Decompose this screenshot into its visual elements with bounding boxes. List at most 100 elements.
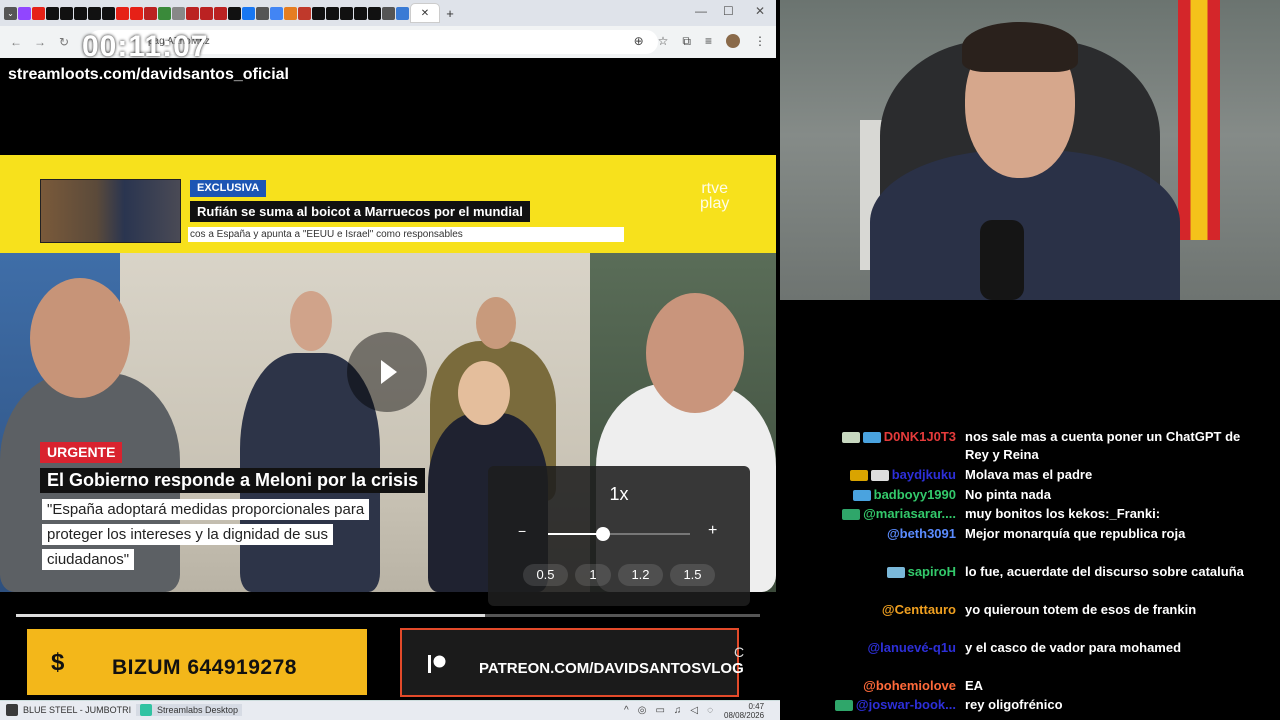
taskbar-clock[interactable]: 0:47 08/08/2026 bbox=[724, 702, 764, 720]
x-tab-icon[interactable] bbox=[46, 6, 59, 20]
news-tab-icon[interactable] bbox=[200, 6, 213, 20]
menu-kebab-icon[interactable]: ⋮ bbox=[754, 34, 766, 49]
zoom-icon[interactable]: ⊕ bbox=[634, 34, 644, 49]
taskbar-item-music[interactable]: BLUE STEEL - JUMBOTRI bbox=[6, 704, 131, 716]
woman-head bbox=[458, 361, 510, 425]
news-tab-icon[interactable] bbox=[214, 6, 227, 20]
chat-username[interactable]: @Centtauro bbox=[780, 601, 956, 619]
increase-speed-button[interactable]: + bbox=[708, 522, 717, 540]
chevron-up-icon[interactable]: ^ bbox=[624, 705, 629, 716]
quote-line-2: proteger los intereses y la dignidad de … bbox=[42, 524, 334, 545]
restore-button[interactable]: ☐ bbox=[723, 4, 734, 18]
soldier-head bbox=[476, 297, 516, 349]
tab-list-chevron-icon[interactable]: ⌄ bbox=[4, 6, 17, 20]
video-progress-fill bbox=[16, 614, 485, 617]
chat-username-text[interactable]: @bohemiolove bbox=[863, 678, 956, 693]
x-tab-icon[interactable] bbox=[228, 6, 241, 20]
speed-preset-1.5[interactable]: 1.5 bbox=[670, 564, 715, 586]
browser-tab-strip: ⌄ ✕ + bbox=[0, 0, 776, 26]
x-tab-icon[interactable] bbox=[88, 6, 101, 20]
google-tab-icon[interactable] bbox=[270, 6, 283, 20]
youtube-tab-icon[interactable] bbox=[32, 6, 45, 20]
playback-speed-panel: 1x − + 0.5 1 1.2 1.5 bbox=[488, 466, 750, 606]
chat-username[interactable]: @beth3091 bbox=[780, 525, 956, 543]
speed-preset-1[interactable]: 1 bbox=[575, 564, 611, 586]
clock-time: 0:47 bbox=[748, 702, 765, 711]
taskbar-item-label: BLUE STEEL - JUMBOTRI bbox=[23, 705, 132, 715]
extensions-icon[interactable]: ⧉ bbox=[682, 34, 691, 49]
mic-icon[interactable]: ♫ bbox=[674, 705, 682, 716]
x-tab-icon[interactable] bbox=[60, 6, 73, 20]
speed-slider[interactable] bbox=[548, 527, 690, 541]
wifi-icon[interactable]: ◌ bbox=[707, 705, 713, 716]
site-tab-icon[interactable] bbox=[298, 6, 311, 20]
twitch-tab-icon[interactable] bbox=[18, 6, 31, 20]
network-icon[interactable]: ◎ bbox=[638, 705, 647, 716]
site-tab-icon[interactable] bbox=[256, 6, 269, 20]
close-window-button[interactable]: ✕ bbox=[755, 4, 765, 18]
reload-icon[interactable]: ↻ bbox=[52, 35, 76, 49]
microphone bbox=[980, 220, 1024, 300]
bizum-number: BIZUM 644919278 bbox=[112, 656, 297, 679]
chat-username[interactable]: @joswar-book... bbox=[780, 696, 956, 714]
site-tab-icon[interactable] bbox=[172, 6, 185, 20]
taskbar-item-streamlabs[interactable]: Streamlabs Desktop bbox=[136, 704, 243, 716]
profile-avatar[interactable] bbox=[726, 34, 740, 48]
speed-preset-1.2[interactable]: 1.2 bbox=[618, 564, 663, 586]
facebook-tab-icon[interactable] bbox=[242, 6, 255, 20]
chat-username-text[interactable]: D0NK1J0T3 bbox=[884, 429, 956, 444]
clock-date: 08/08/2026 bbox=[724, 711, 765, 720]
chat-username[interactable]: sapiroH bbox=[780, 563, 956, 581]
minimize-button[interactable]: — bbox=[695, 4, 707, 18]
media-controls-icon[interactable]: ≡ bbox=[705, 34, 712, 49]
volume-icon[interactable]: ▭ bbox=[655, 705, 664, 716]
site-tab-icon[interactable] bbox=[396, 6, 409, 20]
chat-message-text: yo quieroun totem de esos de frankin bbox=[965, 602, 1197, 617]
news-tab-icon[interactable] bbox=[186, 6, 199, 20]
dollar-icon: $ bbox=[51, 649, 65, 676]
chat-username-text[interactable]: @beth3091 bbox=[887, 526, 956, 541]
chat-username[interactable]: @bohemiolove bbox=[780, 677, 956, 695]
chat-username-text[interactable]: @joswar-book... bbox=[856, 697, 956, 712]
x-tab-icon[interactable] bbox=[312, 6, 325, 20]
youtube-tab-icon[interactable] bbox=[130, 6, 143, 20]
chat-username[interactable]: @lanuevé-q1u bbox=[780, 639, 956, 657]
quote-line-3: ciudadanos" bbox=[42, 549, 135, 570]
x-tab-icon[interactable] bbox=[326, 6, 339, 20]
active-tab[interactable]: ✕ bbox=[410, 3, 440, 23]
chat-username-text[interactable]: @Centtauro bbox=[882, 602, 956, 617]
speed-preset-0.5[interactable]: 0.5 bbox=[523, 564, 568, 586]
decrease-speed-button[interactable]: − bbox=[518, 523, 526, 539]
video-progress-bar[interactable] bbox=[16, 614, 760, 617]
rtve-logo-text: rtve bbox=[701, 180, 729, 197]
new-tab-button[interactable]: + bbox=[441, 6, 459, 21]
x-tab-icon[interactable] bbox=[102, 6, 115, 20]
chat-username-text[interactable]: @mariasarar.... bbox=[863, 506, 956, 521]
x-tab-icon[interactable] bbox=[368, 6, 381, 20]
chat-username-text[interactable]: sapiroH bbox=[908, 564, 956, 579]
suited-man-head bbox=[290, 291, 332, 351]
forward-arrow-icon[interactable]: → bbox=[28, 35, 52, 49]
streamloots-url: streamloots.com/davidsantos_oficial bbox=[8, 66, 289, 83]
site-tab-icon[interactable] bbox=[284, 6, 297, 20]
chat-username-text[interactable]: badboyy1990 bbox=[874, 487, 956, 502]
site-tab-icon[interactable] bbox=[382, 6, 395, 20]
play-button[interactable] bbox=[347, 332, 427, 412]
chat-username[interactable]: baydjkuku bbox=[780, 466, 956, 484]
speed-slider-knob[interactable] bbox=[596, 527, 611, 541]
speaker-icon[interactable]: ◁ bbox=[690, 705, 698, 716]
chat-username[interactable]: D0NK1J0T3 bbox=[780, 428, 956, 446]
chat-username-text[interactable]: baydjkuku bbox=[892, 467, 956, 482]
news-tab-icon[interactable] bbox=[144, 6, 157, 20]
close-tab-icon[interactable]: ✕ bbox=[421, 8, 429, 19]
chat-username-text[interactable]: @lanuevé-q1u bbox=[867, 640, 956, 655]
youtube-tab-icon[interactable] bbox=[116, 6, 129, 20]
site-tab-icon[interactable] bbox=[158, 6, 171, 20]
x-tab-icon[interactable] bbox=[74, 6, 87, 20]
bookmark-star-icon[interactable]: ☆ bbox=[658, 34, 669, 49]
chat-username[interactable]: @mariasarar.... bbox=[780, 505, 956, 523]
back-arrow-icon[interactable]: ← bbox=[4, 35, 28, 49]
chat-username[interactable]: badboyy1990 bbox=[780, 486, 956, 504]
x-tab-icon[interactable] bbox=[340, 6, 353, 20]
x-tab-icon[interactable] bbox=[354, 6, 367, 20]
